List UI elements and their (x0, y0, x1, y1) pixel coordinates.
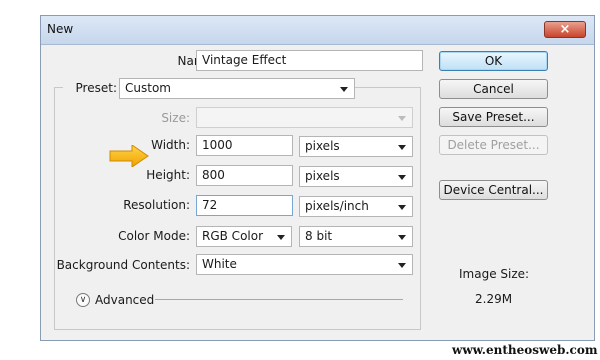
title-bar: New × (41, 16, 594, 45)
chevron-double-down-icon: ∨ (79, 295, 87, 305)
size-label: Size: (161, 111, 190, 125)
name-input[interactable]: Vintage Effect (196, 50, 423, 71)
chevron-down-icon (277, 235, 285, 240)
close-icon: × (559, 22, 571, 37)
width-unit-value: pixels (305, 139, 340, 153)
ok-button[interactable]: OK (439, 51, 548, 71)
resolution-input[interactable]: 72 (196, 195, 293, 216)
advanced-toggle-button[interactable]: ∨ (76, 293, 90, 307)
bit-depth-select[interactable]: 8 bit (299, 226, 413, 247)
preset-select[interactable]: Custom (119, 78, 355, 99)
bit-depth-value: 8 bit (305, 229, 333, 243)
height-unit-value: pixels (305, 169, 340, 183)
width-unit-select[interactable]: pixels (299, 136, 413, 157)
preset-label: Preset: (63, 81, 119, 95)
width-input[interactable]: 1000 (196, 135, 293, 156)
advanced-label: Advanced (95, 293, 155, 307)
background-contents-label: Background Contents: (56, 258, 190, 272)
image-size-value: 2.29M (475, 292, 513, 306)
resolution-unit-value: pixels/inch (305, 199, 369, 213)
close-button[interactable]: × (544, 21, 586, 38)
chevron-down-icon (398, 116, 406, 121)
height-input[interactable]: 800 (196, 165, 293, 186)
save-preset-button[interactable]: Save Preset... (439, 107, 548, 127)
preset-value: Custom (125, 81, 171, 95)
background-contents-select[interactable]: White (196, 254, 413, 275)
resolution-label: Resolution: (123, 198, 190, 212)
chevron-down-icon (398, 205, 406, 210)
chevron-down-icon (340, 87, 348, 92)
advanced-divider (155, 299, 403, 300)
color-mode-label: Color Mode: (118, 229, 190, 243)
resolution-unit-select[interactable]: pixels/inch (299, 196, 413, 217)
color-mode-select[interactable]: RGB Color (196, 226, 292, 247)
image-size-label: Image Size: (459, 267, 530, 281)
new-document-dialog: New × Name: Vintage Effect Preset: Custo… (40, 15, 595, 341)
chevron-down-icon (398, 235, 406, 240)
color-mode-value: RGB Color (202, 229, 264, 243)
size-select[interactable] (196, 107, 413, 128)
device-central-button[interactable]: Device Central... (439, 180, 548, 200)
watermark-text: www.entheosweb.com (452, 343, 598, 357)
arrow-right-icon (109, 145, 149, 167)
background-contents-value: White (202, 257, 237, 271)
chevron-down-icon (398, 175, 406, 180)
chevron-down-icon (398, 145, 406, 150)
chevron-down-icon (398, 263, 406, 268)
height-label: Height: (146, 168, 190, 182)
height-unit-select[interactable]: pixels (299, 166, 413, 187)
cancel-button[interactable]: Cancel (439, 79, 548, 99)
delete-preset-button[interactable]: Delete Preset... (439, 135, 548, 155)
dialog-title: New (47, 22, 74, 36)
